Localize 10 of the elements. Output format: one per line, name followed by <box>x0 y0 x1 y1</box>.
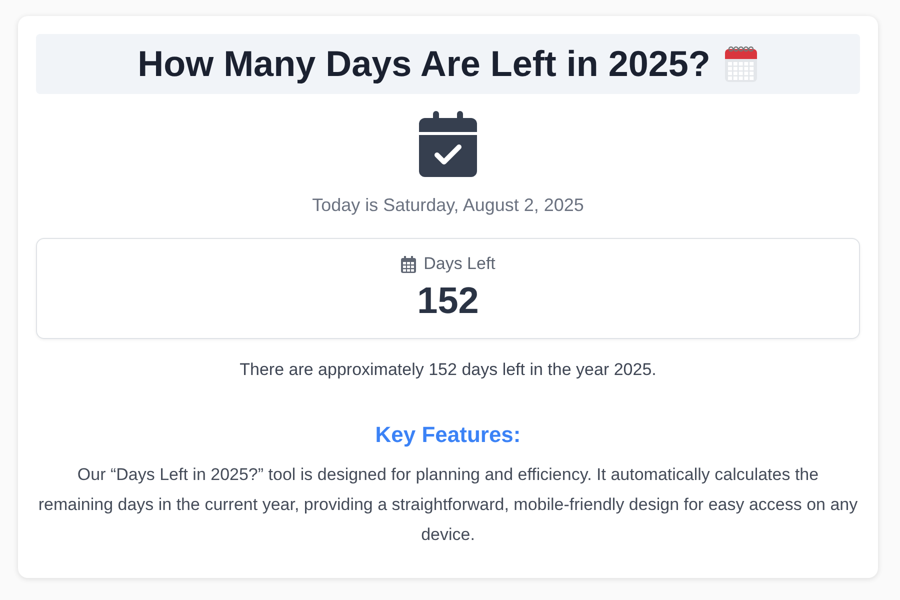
days-left-count: 152 <box>417 280 479 322</box>
features-paragraph: Our “Days Left in 2025?” tool is designed for planning and efficiency. It automatically calculates the remaining days in the current year, providing a straightforward, mobile-friendly design for easy access on any device. <box>37 464 859 546</box>
features-heading: Key Features: <box>375 422 521 448</box>
page-title: How Many Days Are Left in 2025? <box>138 43 710 85</box>
calendar-icon <box>400 256 416 272</box>
calendar-icon <box>724 45 758 83</box>
summary-text: There are approximately 152 days left in the year 2025. <box>240 360 656 380</box>
calendar-check-icon <box>419 111 477 177</box>
today-date: Today is Saturday, August 2, 2025 <box>312 195 584 216</box>
days-left-label: Days Left <box>424 254 496 274</box>
